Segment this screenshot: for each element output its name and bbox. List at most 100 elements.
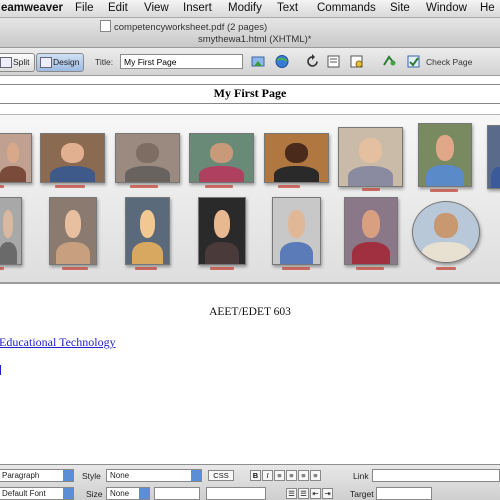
student-photo[interactable] xyxy=(344,197,398,265)
student-photo[interactable] xyxy=(272,197,321,265)
student-photo[interactable] xyxy=(198,197,246,265)
align-right-icon: ≡ xyxy=(301,471,306,480)
student-photo[interactable] xyxy=(0,197,22,265)
design-view-icon xyxy=(40,57,52,68)
student-photo[interactable] xyxy=(40,133,105,183)
menu-site[interactable]: Site xyxy=(390,2,410,14)
target-select[interactable] xyxy=(376,487,432,500)
student-photo[interactable] xyxy=(487,125,500,189)
student-photo[interactable] xyxy=(189,133,254,183)
photo-caption xyxy=(210,267,234,270)
menu-insert[interactable]: Insert xyxy=(183,2,212,14)
ordered-list-icon: ☰ xyxy=(300,489,307,498)
menu-modify[interactable]: Modify xyxy=(228,2,262,14)
photo-gallery xyxy=(0,114,500,284)
student-photo[interactable] xyxy=(418,123,472,187)
menu-help[interactable]: He xyxy=(480,2,495,14)
format-value: Paragraph xyxy=(2,471,40,480)
menu-bar: eamweaver File Edit View Insert Modify T… xyxy=(0,0,500,18)
photo-caption xyxy=(205,185,233,188)
student-photo[interactable] xyxy=(125,197,170,265)
indent-icon: ⇥ xyxy=(324,489,331,498)
photo-caption xyxy=(282,267,310,270)
student-photo[interactable] xyxy=(412,201,480,263)
document-toolbar: Split Design Title: Check Page xyxy=(0,48,500,76)
tab-pdf-document[interactable]: competencyworksheet.pdf (2 pages) xyxy=(100,20,267,33)
validate-markup-icon[interactable] xyxy=(381,54,397,69)
check-page-icon[interactable] xyxy=(406,54,422,69)
indent-button[interactable]: ⇥ xyxy=(322,488,333,499)
document-title-bar: competencyworksheet.pdf (2 pages) smythe… xyxy=(0,18,500,48)
photo-caption xyxy=(362,188,380,191)
photo-caption xyxy=(278,185,300,188)
heading-divider xyxy=(0,103,500,104)
view-options-icon[interactable] xyxy=(326,54,342,69)
css-button[interactable]: CSS xyxy=(208,470,234,481)
photo-caption xyxy=(55,185,85,188)
visual-aids-icon[interactable] xyxy=(349,54,365,69)
align-left-button[interactable]: ≡ xyxy=(274,470,285,481)
file-management-icon[interactable] xyxy=(250,54,266,69)
ordered-list-button[interactable]: ☰ xyxy=(298,488,309,499)
app-menu[interactable]: eamweaver xyxy=(1,2,63,14)
split-label: Split xyxy=(13,57,30,67)
bold-button[interactable]: B xyxy=(250,470,261,481)
size-label: Size xyxy=(86,489,103,499)
properties-panel: Paragraph Style None CSS B I ≡ ≡ ≡ ≡ Lin… xyxy=(0,464,500,500)
photo-caption xyxy=(130,185,158,188)
chevron-down-icon xyxy=(191,470,201,481)
style-select[interactable]: None xyxy=(106,469,202,482)
format-select[interactable]: Paragraph xyxy=(0,469,74,482)
unordered-list-icon: ☰ xyxy=(288,489,295,498)
photo-caption xyxy=(135,267,157,270)
page-title-input[interactable] xyxy=(120,54,243,69)
refresh-icon[interactable] xyxy=(305,54,321,69)
size-select[interactable]: None xyxy=(106,487,150,500)
justify-button[interactable]: ≡ xyxy=(310,470,321,481)
title-label: Title: xyxy=(95,57,114,67)
text-color-field[interactable] xyxy=(206,487,266,500)
size-unit-select[interactable] xyxy=(154,487,200,500)
educational-technology-link[interactable]: Educational Technology xyxy=(0,335,116,350)
design-view-button[interactable]: Design xyxy=(36,53,85,72)
align-right-button[interactable]: ≡ xyxy=(298,470,309,481)
menu-window[interactable]: Window xyxy=(426,2,467,14)
split-view-button[interactable]: Split xyxy=(0,53,35,72)
menu-edit[interactable]: Edit xyxy=(108,2,128,14)
text-cursor-marker xyxy=(0,365,3,375)
unordered-list-button[interactable]: ☰ xyxy=(286,488,297,499)
photo-caption xyxy=(430,189,458,192)
outdent-icon: ⇤ xyxy=(312,489,319,498)
menu-file[interactable]: File xyxy=(75,2,94,14)
outdent-button[interactable]: ⇤ xyxy=(310,488,321,499)
menu-commands[interactable]: Commands xyxy=(317,2,376,14)
design-label: Design xyxy=(53,57,80,67)
check-page-label[interactable]: Check Page xyxy=(426,57,472,67)
chevron-down-icon xyxy=(63,488,73,499)
split-view-icon xyxy=(0,57,12,68)
size-value: None xyxy=(110,489,130,498)
preview-in-browser-icon[interactable] xyxy=(274,54,290,69)
link-input[interactable] xyxy=(372,469,500,482)
pdf-file-icon xyxy=(100,20,111,32)
style-value: None xyxy=(110,471,130,480)
menu-text[interactable]: Text xyxy=(277,2,298,14)
target-label: Target xyxy=(350,489,374,499)
photo-caption xyxy=(0,267,4,270)
align-left-icon: ≡ xyxy=(277,471,282,480)
menu-view[interactable]: View xyxy=(144,2,169,14)
tab-html-document[interactable]: smythewa1.html (XHTML)* xyxy=(198,34,312,45)
align-center-icon: ≡ xyxy=(289,471,294,480)
photo-caption xyxy=(356,267,384,270)
student-photo[interactable] xyxy=(0,133,32,183)
student-photo[interactable] xyxy=(49,197,97,265)
italic-button[interactable]: I xyxy=(262,470,273,481)
student-photo[interactable] xyxy=(338,127,403,187)
photo-caption xyxy=(436,267,456,270)
font-select[interactable]: Default Font xyxy=(0,487,74,500)
chevron-down-icon xyxy=(63,470,73,481)
student-photo[interactable] xyxy=(115,133,180,183)
tab-pdf-label: competencyworksheet.pdf (2 pages) xyxy=(114,22,268,33)
student-photo[interactable] xyxy=(264,133,329,183)
align-center-button[interactable]: ≡ xyxy=(286,470,297,481)
